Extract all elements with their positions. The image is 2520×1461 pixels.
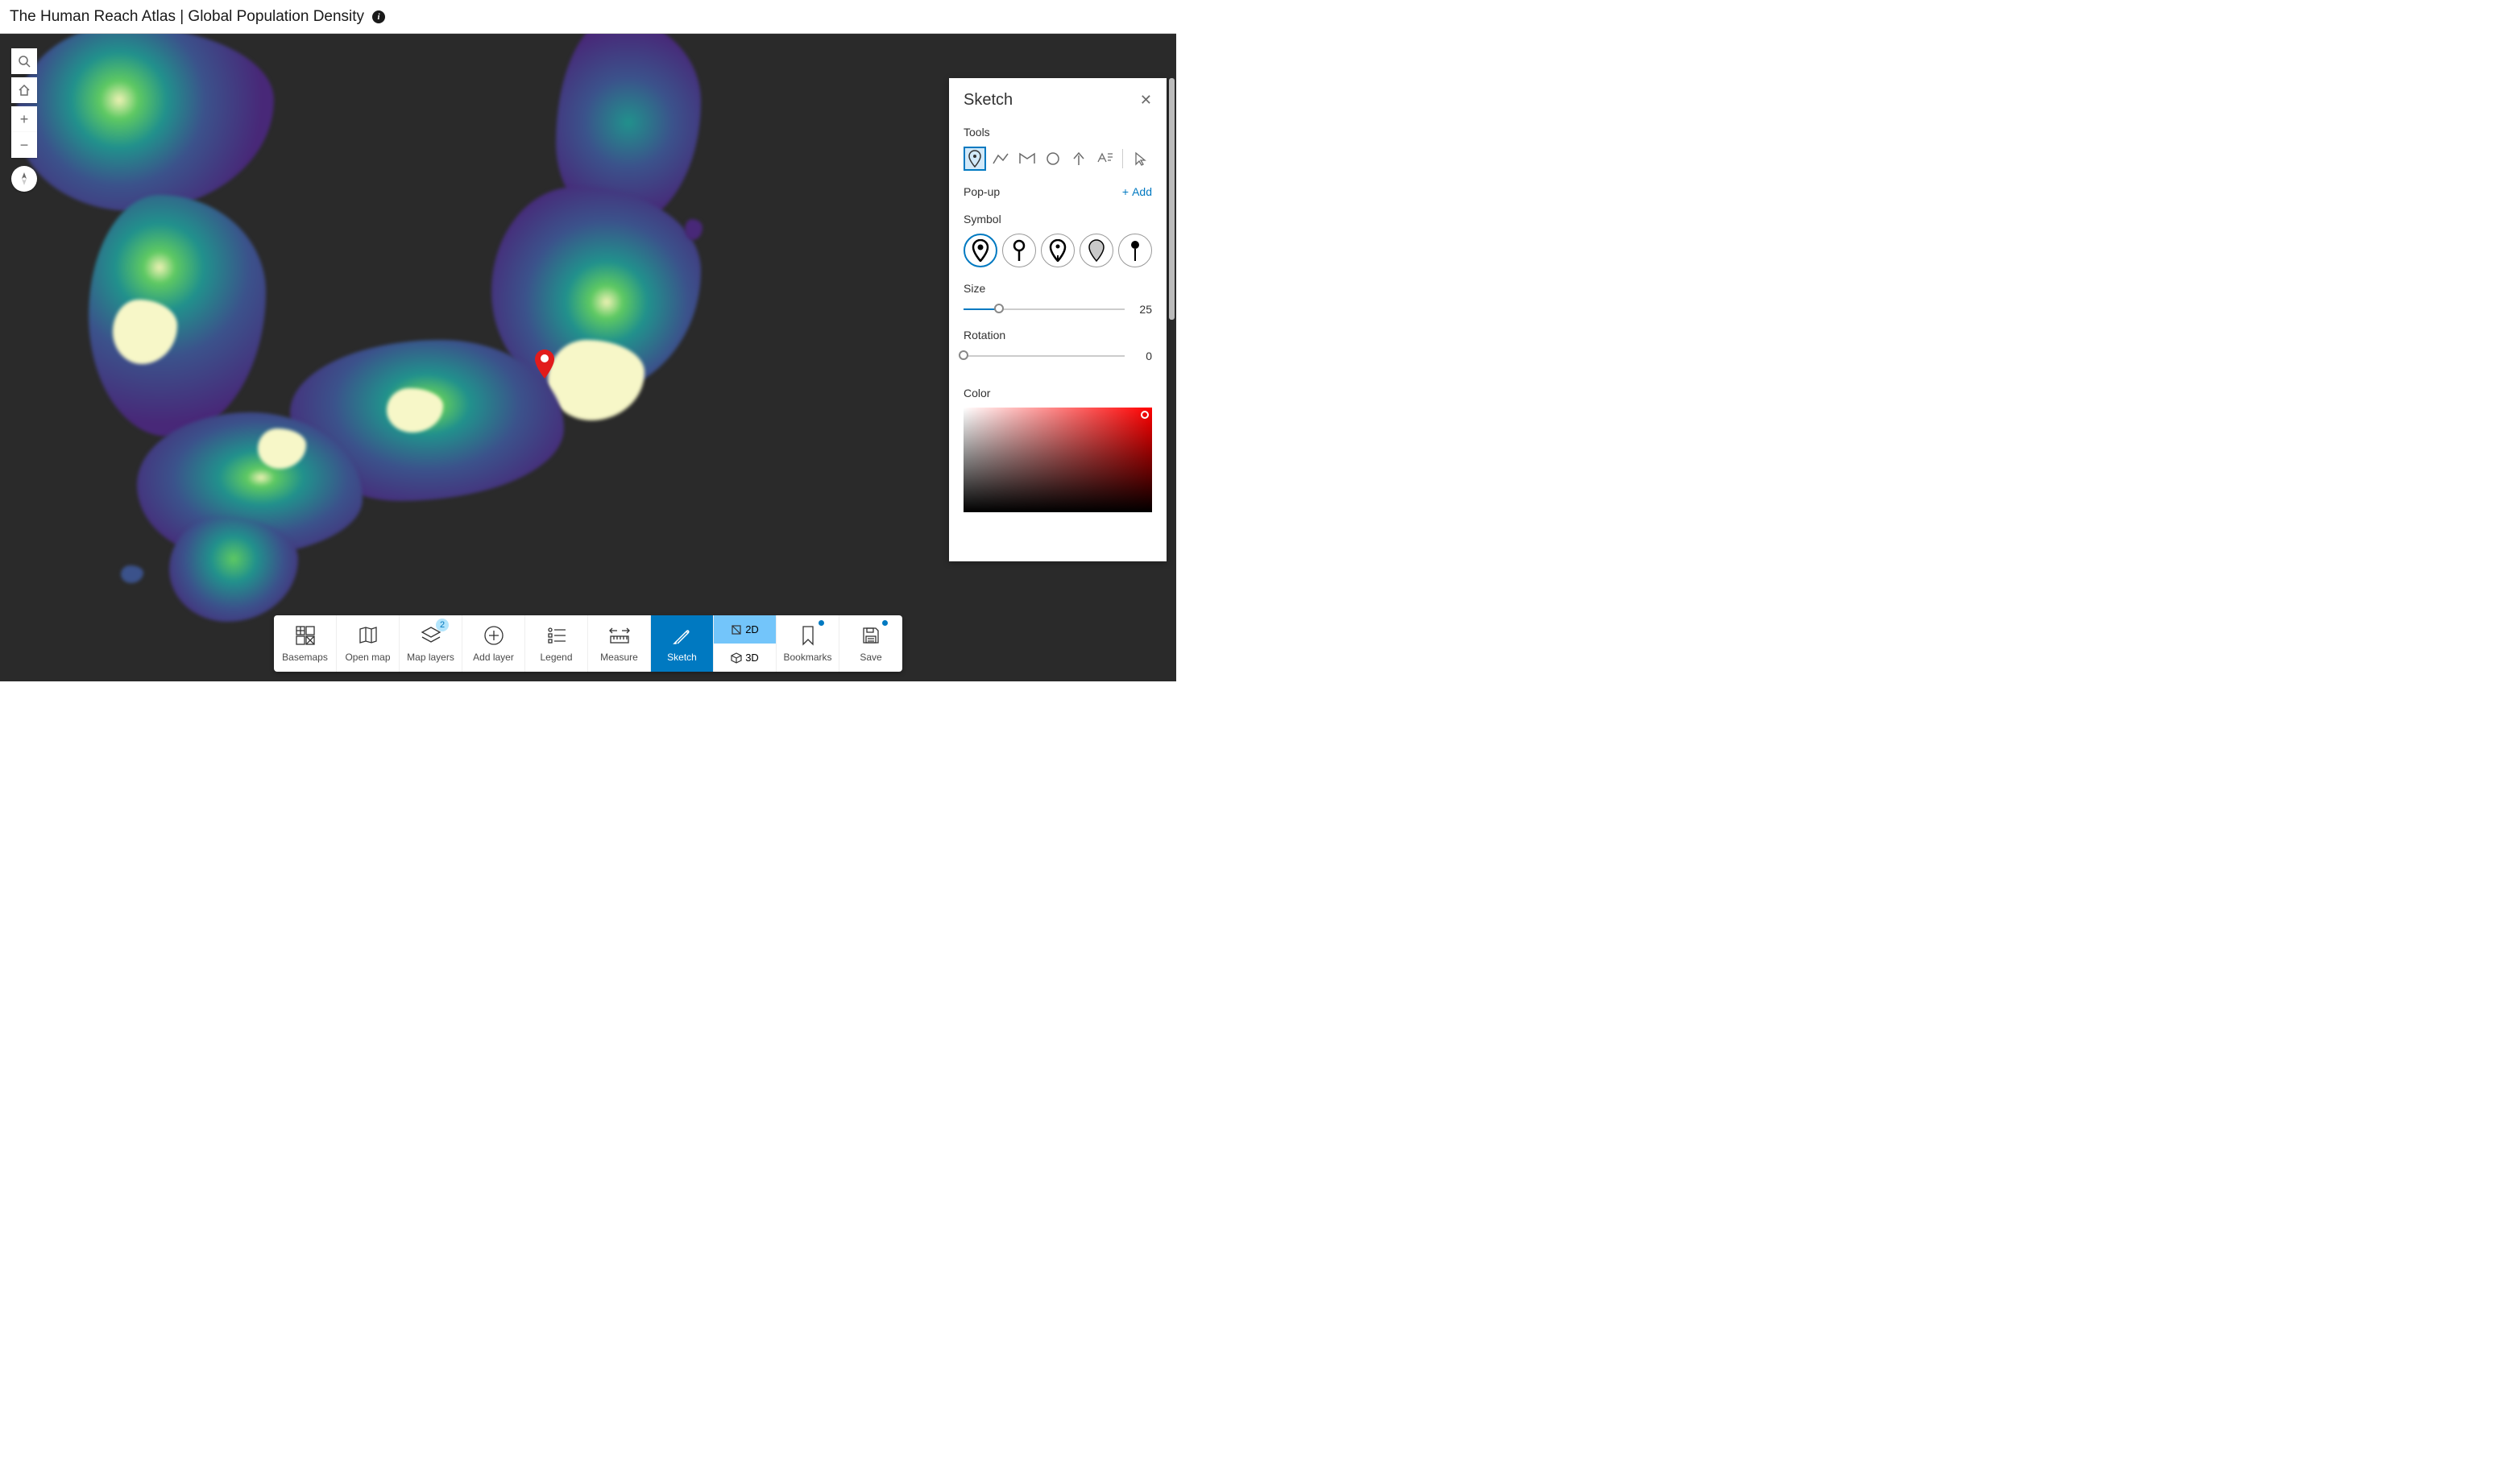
- plus-icon: +: [1122, 185, 1129, 198]
- tools-label: Tools: [964, 126, 1152, 139]
- map-layers-button[interactable]: 2 Map layers: [400, 615, 462, 672]
- save-icon: [860, 624, 882, 647]
- rotation-value: 0: [1133, 350, 1152, 362]
- view-mode-toggle: 2D 3D: [714, 615, 777, 672]
- measure-button[interactable]: Measure: [588, 615, 651, 672]
- page-title: The Human Reach Atlas | Global Populatio…: [10, 8, 364, 26]
- density-hotspot: [548, 340, 645, 420]
- basemaps-button[interactable]: Basemaps: [274, 615, 337, 672]
- legend-button[interactable]: Legend: [525, 615, 588, 672]
- density-region: [169, 517, 298, 622]
- draw-tools: [964, 147, 1152, 171]
- panel-title: Sketch: [964, 91, 1013, 110]
- point-tool[interactable]: [964, 147, 986, 171]
- basemaps-label: Basemaps: [282, 652, 328, 663]
- circle-tool[interactable]: [1042, 147, 1064, 171]
- legend-label: Legend: [540, 652, 572, 663]
- sketch-button[interactable]: Sketch: [651, 615, 714, 672]
- symbol-lollipop[interactable]: [1002, 234, 1036, 267]
- sketch-label: Sketch: [667, 652, 697, 663]
- plus-icon: +: [20, 111, 29, 128]
- symbol-pin-solid-dot[interactable]: [1041, 234, 1075, 267]
- close-icon[interactable]: ✕: [1140, 92, 1152, 109]
- compass-button[interactable]: [11, 166, 37, 192]
- color-label: Color: [964, 387, 1152, 399]
- popup-label: Pop-up: [964, 185, 1000, 198]
- home-button[interactable]: [11, 77, 37, 103]
- open-map-button[interactable]: Open map: [337, 615, 400, 672]
- size-slider[interactable]: 25: [964, 303, 1152, 316]
- measure-icon: [608, 624, 631, 647]
- bookmarks-button[interactable]: Bookmarks: [777, 615, 839, 672]
- symbol-options: [964, 234, 1152, 267]
- notification-dot: [882, 620, 888, 626]
- divider: [1122, 149, 1123, 168]
- zoom-out-button[interactable]: −: [11, 132, 37, 158]
- bookmarks-label: Bookmarks: [783, 652, 831, 663]
- open-map-label: Open map: [345, 652, 390, 663]
- density-region: [16, 34, 274, 211]
- arrow-tool[interactable]: [1067, 147, 1090, 171]
- open-map-icon: [357, 624, 379, 647]
- add-label: Add: [1132, 185, 1152, 198]
- symbol-pin-outline[interactable]: [964, 234, 997, 267]
- header-bar: The Human Reach Atlas | Global Populatio…: [0, 0, 1176, 34]
- add-layer-label: Add layer: [473, 652, 514, 663]
- layers-badge: 2: [436, 619, 449, 631]
- color-handle[interactable]: [1141, 411, 1149, 419]
- notification-dot: [819, 620, 824, 626]
- symbol-pushpin[interactable]: [1118, 234, 1152, 267]
- map-controls: + −: [11, 48, 37, 192]
- color-picker[interactable]: [964, 408, 1152, 512]
- scrollbar[interactable]: [1169, 78, 1175, 320]
- density-region: [121, 565, 143, 583]
- symbol-pin-gray[interactable]: [1080, 234, 1113, 267]
- add-layer-button[interactable]: Add layer: [462, 615, 525, 672]
- sketch-icon: [671, 624, 694, 647]
- map-marker[interactable]: [535, 350, 554, 379]
- polygon-tool[interactable]: [1015, 147, 1038, 171]
- save-button[interactable]: Save: [839, 615, 902, 672]
- sketch-panel: Sketch ✕ Tools: [949, 78, 1167, 561]
- symbol-label: Symbol: [964, 213, 1152, 226]
- zoom-in-button[interactable]: +: [11, 106, 37, 132]
- line-tool[interactable]: [989, 147, 1012, 171]
- view-2d-button[interactable]: 2D: [714, 615, 776, 644]
- bottom-toolbar: Basemaps Open map 2 Map layers Add layer: [274, 615, 902, 672]
- add-layer-icon: [483, 624, 505, 647]
- legend-icon: [545, 624, 568, 647]
- size-value: 25: [1133, 303, 1152, 316]
- search-button[interactable]: [11, 48, 37, 74]
- basemaps-icon: [294, 624, 317, 647]
- 2d-label: 2D: [745, 623, 759, 635]
- view-3d-button[interactable]: 3D: [714, 644, 776, 672]
- density-region: [685, 219, 703, 240]
- rotation-slider[interactable]: 0: [964, 350, 1152, 362]
- map-layers-label: Map layers: [407, 652, 454, 663]
- 3d-label: 3D: [745, 652, 759, 664]
- size-label: Size: [964, 282, 1152, 295]
- info-icon[interactable]: i: [372, 10, 385, 23]
- rotation-label: Rotation: [964, 329, 1152, 341]
- text-tool[interactable]: [1093, 147, 1116, 171]
- minus-icon: −: [20, 137, 29, 154]
- bookmark-icon: [797, 624, 819, 647]
- measure-label: Measure: [600, 652, 638, 663]
- save-label: Save: [860, 652, 881, 663]
- select-tool[interactable]: [1129, 147, 1152, 171]
- add-popup-button[interactable]: + Add: [1122, 185, 1152, 198]
- map-view[interactable]: + − Sketch ✕ Tools: [0, 34, 1176, 681]
